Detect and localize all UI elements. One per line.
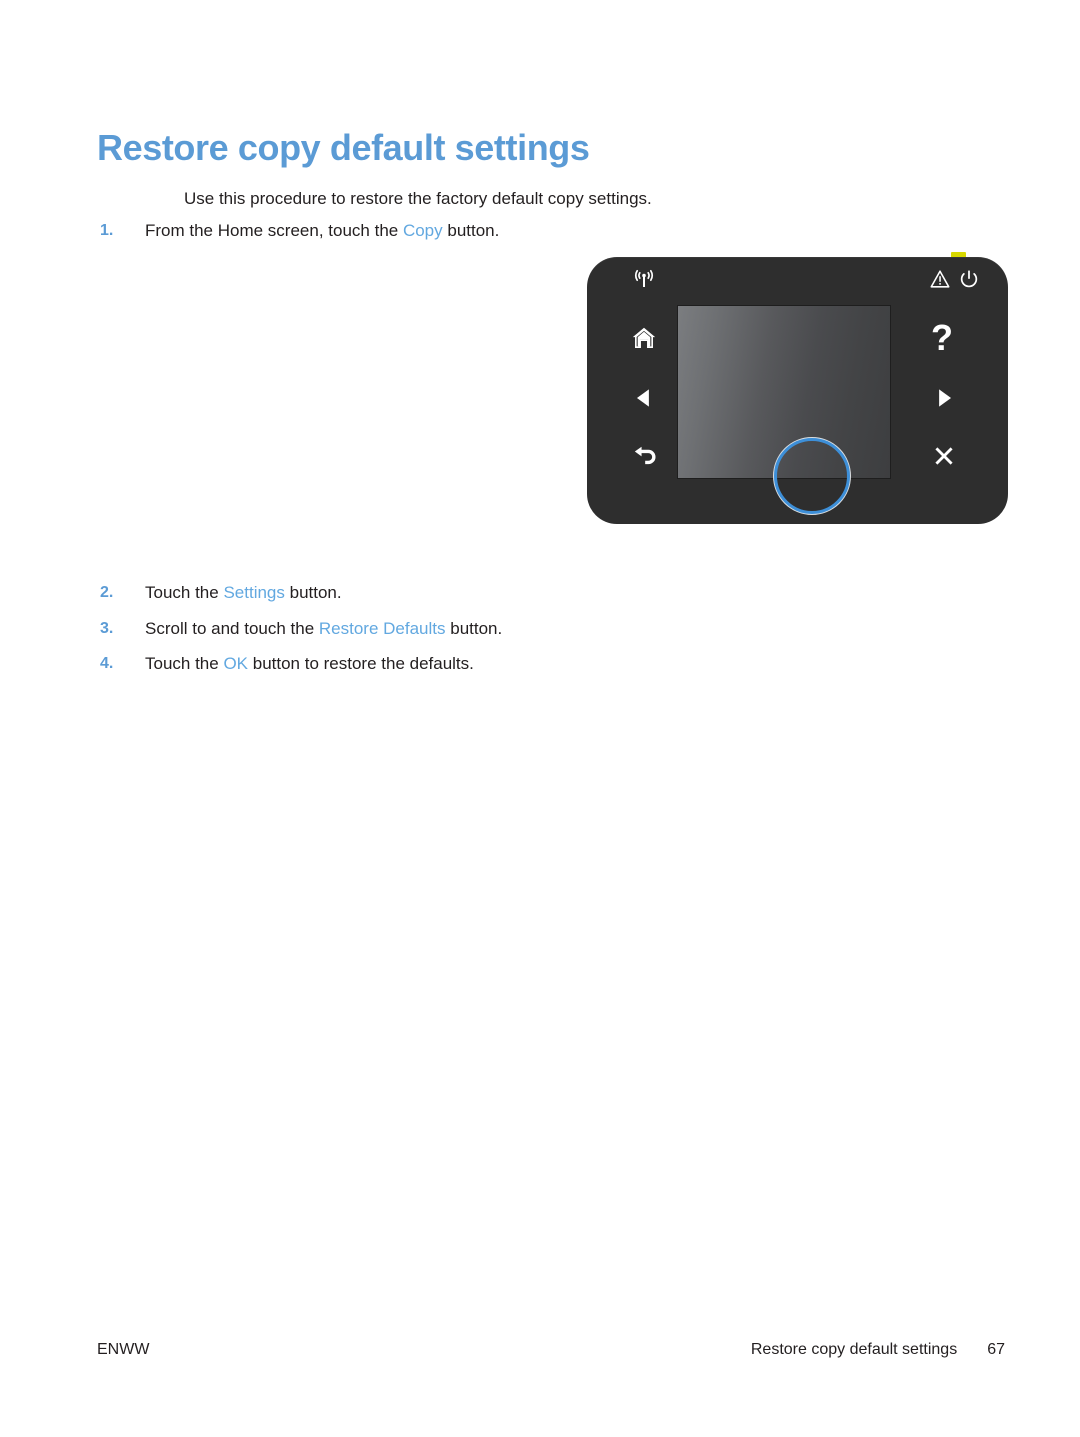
document-page: Restore copy default settings Use this p…: [0, 0, 1080, 1437]
step-number: 1.: [100, 222, 114, 239]
close-x-icon[interactable]: [929, 441, 959, 471]
step-text-before: Touch the: [145, 654, 224, 674]
list-item: 3. Scroll to and touch the Restore Defaul…: [100, 617, 840, 642]
step-number: 3.: [100, 619, 114, 637]
back-arrow-icon[interactable]: [629, 441, 659, 471]
footer-section-title: Restore copy default settings: [750, 1341, 958, 1358]
step-text-after: button.: [442, 221, 500, 240]
home-icon[interactable]: [629, 323, 659, 353]
page-title: Restore copy default settings: [97, 127, 590, 169]
control-panel-figure: ?: [587, 252, 1008, 524]
right-arrow-icon[interactable]: [929, 383, 959, 413]
wireless-icon: [631, 267, 657, 293]
ui-term-restore-defaults: Restore Defaults: [318, 618, 446, 638]
step-number: 4.: [100, 655, 114, 673]
step-text-after: button to restore the defaults.: [248, 654, 474, 674]
footer-right-group: Restore copy default settings 67: [751, 1341, 1005, 1359]
ui-term-ok: OK: [223, 654, 249, 674]
ui-term-copy: Copy: [402, 221, 443, 240]
copy-button-highlight: [773, 437, 851, 515]
steps-list-part-two: 2. Touch the Settings button. 3. Scroll to…: [100, 581, 840, 688]
step-text-before: Scroll to and touch the: [145, 618, 319, 638]
step-text-before: From the Home screen, touch the: [145, 221, 403, 240]
warning-icon: [929, 268, 951, 290]
list-item: 1. From the Home screen, touch the Copy b…: [100, 219, 840, 244]
list-item: 4. Touch the OK button to restore the def…: [100, 652, 840, 677]
step-text-before: Touch the: [145, 583, 224, 602]
steps-list-part-one: 1. From the Home screen, touch the Copy b…: [100, 219, 840, 254]
help-glyph: ?: [931, 317, 953, 358]
ui-term-settings: Settings: [223, 583, 285, 602]
power-icon: [958, 268, 980, 290]
list-item: 2. Touch the Settings button.: [100, 581, 840, 606]
footer-page-number: 67: [987, 1341, 1005, 1358]
help-icon[interactable]: ?: [927, 320, 957, 356]
left-arrow-icon[interactable]: [629, 383, 659, 413]
touchscreen-display[interactable]: [678, 306, 890, 515]
intro-paragraph: Use this procedure to restore the factor…: [184, 189, 652, 208]
control-panel-body: ?: [587, 257, 1008, 524]
step-number: 2.: [100, 584, 114, 601]
footer-locale-code: ENWW: [97, 1341, 150, 1358]
step-text-after: button.: [284, 583, 342, 602]
page-footer: ENWW Restore copy default settings 67: [0, 1341, 1080, 1371]
step-text-after: button.: [445, 618, 503, 638]
